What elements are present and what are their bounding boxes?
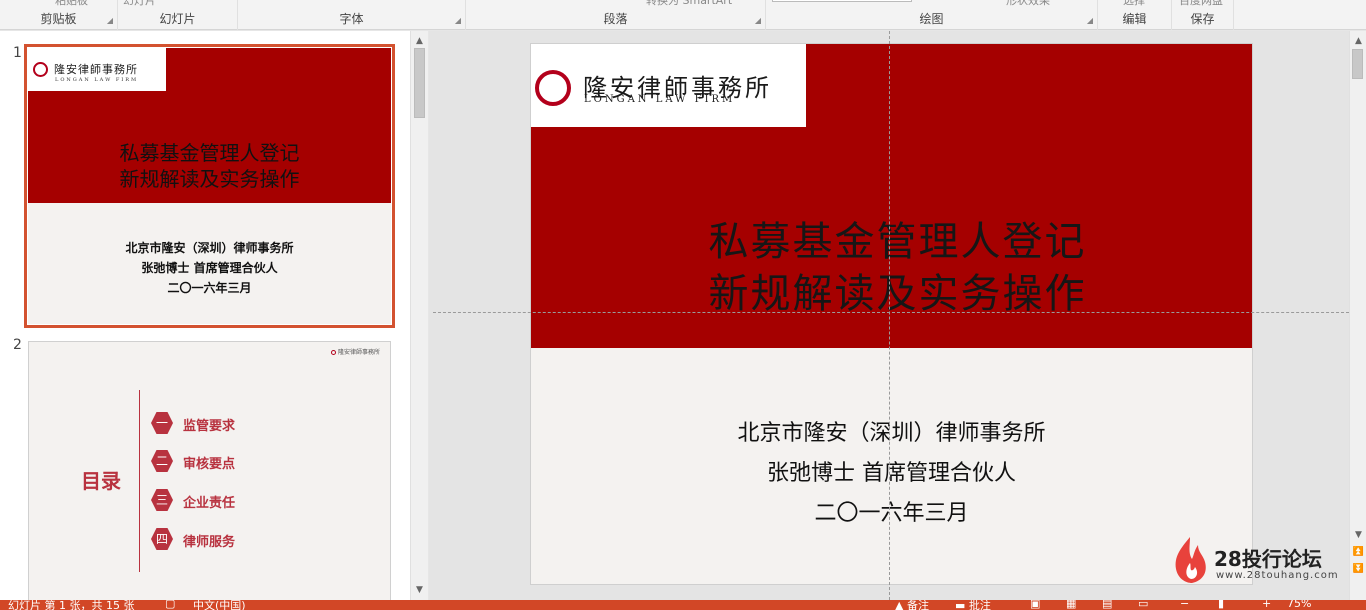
seal-icon — [331, 350, 337, 355]
slide-thumbnail-pane[interactable]: 1 隆安律師事務所 LONGAN LAW FIRM 私募基金管理人登记 新规解读… — [0, 31, 410, 606]
dialog-launcher-icon[interactable]: ◢ — [107, 16, 113, 25]
slide-thumbnail-2[interactable]: 隆安律師事務所 目录 一 监管要求 二 审核要点 三 企业责任 四 律师服务 — [28, 341, 391, 606]
comments-button[interactable]: ▬ 批注 — [955, 600, 991, 610]
clipboard-group-label: 剪贴板 — [40, 12, 77, 26]
select-label[interactable]: 选择 — [1123, 0, 1145, 8]
slide-date: 二〇一六年三月 — [814, 501, 969, 526]
notes-button[interactable]: ▲ 备注 — [895, 600, 929, 610]
notes-label: 备注 — [906, 600, 929, 610]
slide-subtitle[interactable]: 北京市隆安（深圳）律师事务所 张弛博士 首席管理合伙人 二〇一六年三月 — [531, 414, 1252, 534]
zoom-out-icon[interactable]: − — [1180, 600, 1189, 610]
drawing-group-label: 绘图 — [919, 12, 944, 26]
paragraph-group[interactable]: 转换为 SmartArt 段落 ◢ — [466, 0, 766, 30]
zoom-level[interactable]: 75% — [1287, 600, 1311, 610]
status-bar: 幻灯片 第 1 张，共 15 张 ▢ 中文(中国) ▲ 备注 ▬ 批注 ▣ ▦ … — [0, 600, 1366, 610]
dialog-launcher-icon[interactable]: ◢ — [455, 16, 461, 25]
spellcheck-icon[interactable]: ▢ — [165, 600, 175, 610]
thumb-title-line1: 私募基金管理人登记 — [119, 141, 300, 165]
watermark-title: 28投行论坛 — [1214, 547, 1322, 571]
font-group[interactable]: 字体 ◢ — [238, 0, 466, 30]
toc-badge: 三 — [151, 489, 173, 511]
previous-slide-icon[interactable]: ⏫ — [1350, 544, 1366, 560]
toc-item-label: 企业责任 — [183, 496, 236, 511]
slide-person: 张弛博士 首席管理合伙人 — [767, 461, 1016, 486]
editor-scrollbar[interactable]: ▲ ▼ ⏫ ⏬ — [1349, 31, 1366, 600]
slide-sorter-icon[interactable]: ▦ — [1066, 600, 1076, 610]
scroll-thumb[interactable] — [1352, 49, 1363, 79]
new-slide-label[interactable]: 幻灯片 — [123, 0, 156, 8]
slide-title[interactable]: 私募基金管理人登记 新规解读及实务操作 — [531, 216, 1252, 320]
shape-effects-label[interactable]: 形状效果 — [1006, 0, 1050, 8]
save-group-label: 保存 — [1190, 12, 1215, 26]
horizontal-guide[interactable] — [433, 312, 1349, 313]
toc-badge: 二 — [151, 450, 173, 472]
thumb-date: 二〇一六年三月 — [167, 281, 252, 295]
thumb-logo-en: LONGAN LAW FIRM — [55, 77, 139, 83]
editing-group[interactable]: 选择 编辑 — [1098, 0, 1172, 30]
flame-icon — [1175, 537, 1206, 583]
clipboard-group[interactable]: 粘贴板 剪贴板 ◢ — [0, 0, 118, 30]
thumb-title: 私募基金管理人登记 新规解读及实务操作 — [28, 140, 391, 192]
thumb-logo-cn: 隆安律師事務所 — [54, 63, 138, 76]
watermark-url: www.28touhang.com — [1216, 570, 1339, 581]
toc-item-label: 监管要求 — [183, 419, 236, 434]
dialog-launcher-icon[interactable]: ◢ — [1087, 16, 1093, 25]
thumb-logo: 隆安律師事務所 LONGAN LAW FIRM — [28, 48, 166, 91]
slides-group[interactable]: 幻灯片 幻灯片 — [118, 0, 238, 30]
dialog-launcher-icon[interactable]: ◢ — [755, 16, 761, 25]
font-group-label: 字体 — [339, 12, 364, 26]
zoom-slider-thumb[interactable]: ▮ — [1218, 600, 1224, 610]
seal-icon — [535, 70, 571, 106]
thumb-subtitle: 北京市隆安（深圳）律师事务所 张弛博士 首席管理合伙人 二〇一六年三月 — [28, 238, 391, 298]
slide-number: 2 — [13, 337, 22, 353]
toc-heading: 目录 — [81, 469, 121, 493]
save-group[interactable]: 百度网盘 保存 — [1172, 0, 1234, 30]
seal-icon — [33, 62, 48, 77]
forum-watermark: 28投行论坛 www.28touhang.com — [1170, 535, 1350, 590]
slide-count-status: 幻灯片 第 1 张，共 15 张 — [8, 600, 135, 610]
scroll-thumb[interactable] — [414, 48, 425, 118]
thumb-person: 张弛博士 首席管理合伙人 — [141, 261, 278, 275]
drawing-group[interactable]: 形状效果 绘图 ◢ — [766, 0, 1098, 30]
current-slide[interactable]: 隆安律師事務所 LONGAN LAW FIRM 私募基金管理人登记 新规解读及实… — [530, 43, 1253, 585]
toc-item-label: 律师服务 — [183, 535, 236, 550]
slides-group-label: 幻灯片 — [159, 12, 196, 26]
slide-editor[interactable]: 隆安律師事務所 LONGAN LAW FIRM 私募基金管理人登记 新规解读及实… — [429, 31, 1349, 600]
thumbnail-scrollbar[interactable]: ▲ ▼ — [410, 31, 428, 600]
logo-english-text: LONGAN LAW FIRM — [584, 94, 736, 105]
scroll-up-icon[interactable]: ▲ — [411, 33, 428, 49]
slideshow-icon[interactable]: ▭ — [1138, 600, 1148, 610]
scroll-down-icon[interactable]: ▼ — [411, 582, 428, 598]
next-slide-icon[interactable]: ⏬ — [1350, 561, 1366, 577]
language-status[interactable]: 中文(中国) — [193, 600, 246, 610]
paragraph-group-label: 段落 — [603, 12, 628, 26]
thumb-org: 北京市隆安（深圳）律师事务所 — [125, 241, 294, 255]
shape-gallery[interactable] — [772, 0, 912, 2]
toc-divider — [139, 390, 140, 572]
thumb2-logo: 隆安律師事務所 — [331, 347, 380, 356]
slide-number: 1 — [13, 45, 22, 61]
scroll-down-icon[interactable]: ▼ — [1350, 527, 1366, 543]
paste-label[interactable]: 粘贴板 — [55, 0, 88, 8]
slide-thumbnail-1[interactable]: 隆安律師事務所 LONGAN LAW FIRM 私募基金管理人登记 新规解读及实… — [24, 44, 395, 328]
slide-org: 北京市隆安（深圳）律师事务所 — [737, 421, 1046, 446]
toc-item-label: 审核要点 — [183, 457, 236, 472]
firm-logo[interactable]: 隆安律師事務所 LONGAN LAW FIRM — [531, 44, 806, 127]
reading-view-icon[interactable]: ▤ — [1102, 600, 1112, 610]
slide-title-line1: 私募基金管理人登记 — [708, 219, 1087, 265]
zoom-in-icon[interactable]: + — [1262, 600, 1271, 610]
ribbon: 粘贴板 剪贴板 ◢ 幻灯片 幻灯片 字体 ◢ 转换为 SmartArt 段落 ◢… — [0, 0, 1366, 30]
thumb-title-line2: 新规解读及实务操作 — [119, 167, 300, 191]
vertical-guide[interactable] — [889, 31, 890, 600]
comments-label: 批注 — [968, 600, 991, 610]
smartart-label[interactable]: 转换为 SmartArt — [646, 0, 732, 8]
toc-badge: 一 — [151, 412, 173, 434]
editing-group-label: 编辑 — [1122, 12, 1147, 26]
baidu-netdisk-label[interactable]: 百度网盘 — [1179, 0, 1223, 8]
toc-badge: 四 — [151, 528, 173, 550]
scroll-up-icon[interactable]: ▲ — [1350, 33, 1366, 49]
normal-view-icon[interactable]: ▣ — [1030, 600, 1040, 610]
thumb2-logo-text: 隆安律師事務所 — [337, 349, 380, 356]
